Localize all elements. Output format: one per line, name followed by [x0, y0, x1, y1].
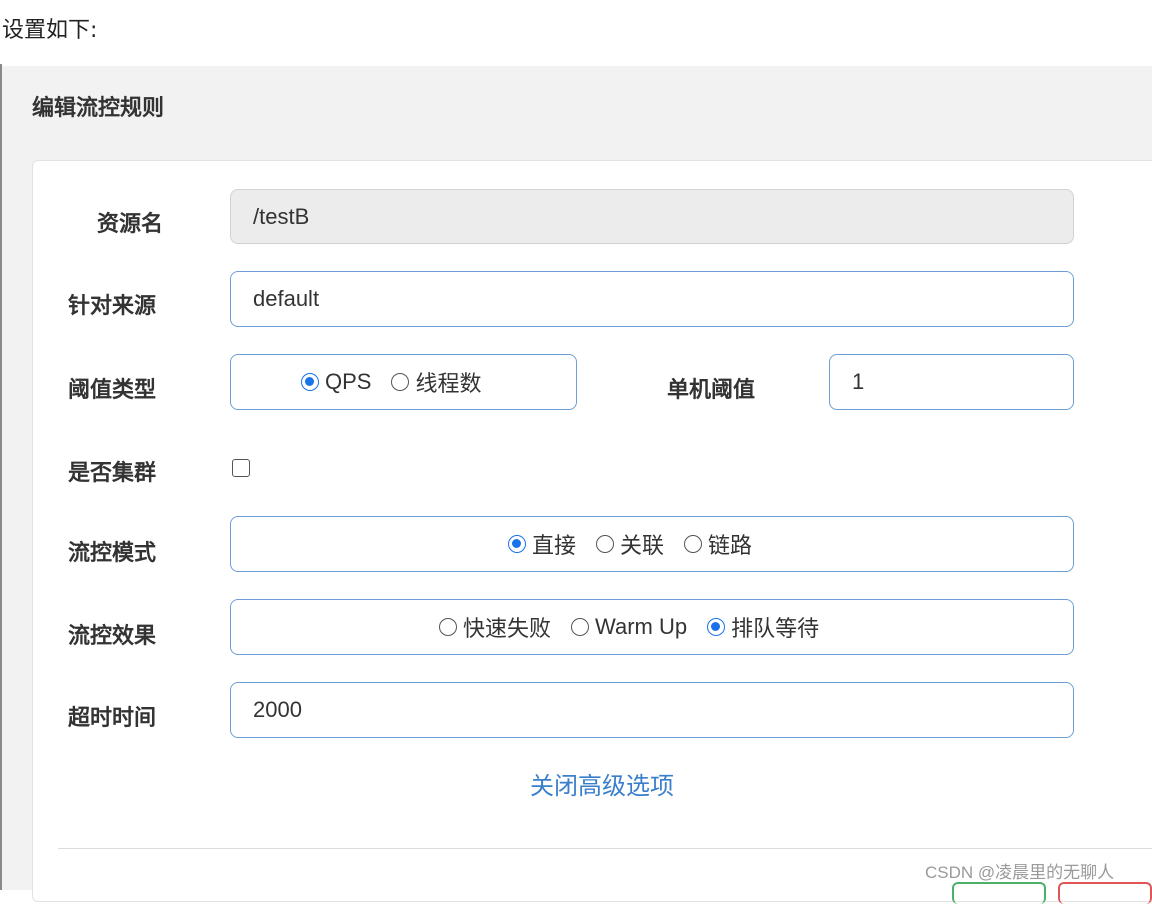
flow-mode-related-radio[interactable]: 关联	[596, 528, 664, 560]
flow-mode-direct-label: 直接	[532, 533, 577, 558]
threshold-type-qps-label: QPS	[325, 369, 372, 394]
flow-effect-warm-up-label: Warm Up	[595, 614, 688, 639]
flow-effect-warm-up-radio[interactable]: Warm Up	[571, 614, 687, 640]
footer-divider	[58, 848, 1152, 849]
resource-name-value: /testB	[253, 203, 310, 229]
flow-effect-queue-label: 排队等待	[731, 616, 820, 641]
cluster-label: 是否集群	[68, 461, 157, 486]
flow-mode-direct-radio[interactable]: 直接	[508, 528, 576, 560]
timeout-value: 2000	[253, 697, 302, 722]
radio-unchecked-icon	[391, 373, 410, 391]
threshold-type-qps-radio[interactable]: QPS	[301, 369, 371, 395]
radio-unchecked-icon	[571, 618, 590, 636]
single-threshold-value: 1	[852, 369, 865, 394]
source-label: 针对来源	[68, 294, 157, 319]
timeout-label: 超时时间	[68, 706, 157, 731]
flow-mode-related-label: 关联	[620, 533, 665, 558]
flow-mode-group: 直接 关联 链路	[230, 516, 1074, 572]
radio-checked-icon	[301, 373, 319, 391]
radio-unchecked-icon	[439, 618, 457, 636]
source-value: default	[253, 286, 320, 311]
single-threshold-input[interactable]: 1	[829, 354, 1074, 410]
radio-unchecked-icon	[684, 535, 703, 553]
radio-unchecked-icon	[596, 535, 615, 553]
dialog-title: 编辑流控规则	[32, 96, 165, 121]
flow-mode-chain-radio[interactable]: 链路	[684, 528, 752, 560]
close-advanced-options-link[interactable]: 关闭高级选项	[0, 766, 1152, 801]
cancel-button[interactable]	[1058, 882, 1152, 904]
source-input[interactable]: default	[230, 271, 1074, 327]
timeout-input[interactable]: 2000	[230, 682, 1074, 738]
radio-checked-icon	[508, 535, 526, 553]
flow-effect-fail-fast-radio[interactable]: 快速失败	[439, 611, 551, 643]
radio-checked-icon	[707, 618, 726, 636]
save-button[interactable]	[952, 882, 1046, 904]
threshold-type-threads-radio[interactable]: 线程数	[391, 366, 481, 398]
flow-effect-group: 快速失败 Warm Up 排队等待	[230, 599, 1074, 655]
flow-effect-fail-fast-label: 快速失败	[463, 616, 552, 641]
threshold-type-group: QPS 线程数	[230, 354, 577, 410]
flow-effect-label: 流控效果	[68, 624, 157, 649]
cluster-checkbox[interactable]	[232, 459, 250, 477]
threshold-type-threads-label: 线程数	[415, 371, 482, 396]
threshold-type-label: 阈值类型	[68, 378, 157, 403]
resource-name-input: /testB	[230, 189, 1074, 244]
flow-mode-chain-label: 链路	[708, 533, 753, 558]
single-threshold-label: 单机阈值	[667, 378, 756, 403]
intro-text: 设置如下:	[2, 18, 98, 43]
resource-name-label: 资源名	[97, 212, 164, 237]
flow-mode-label: 流控模式	[68, 541, 157, 566]
watermark: CSDN @凌晨里的无聊人	[925, 863, 1115, 882]
flow-effect-queue-radio[interactable]: 排队等待	[707, 611, 819, 643]
